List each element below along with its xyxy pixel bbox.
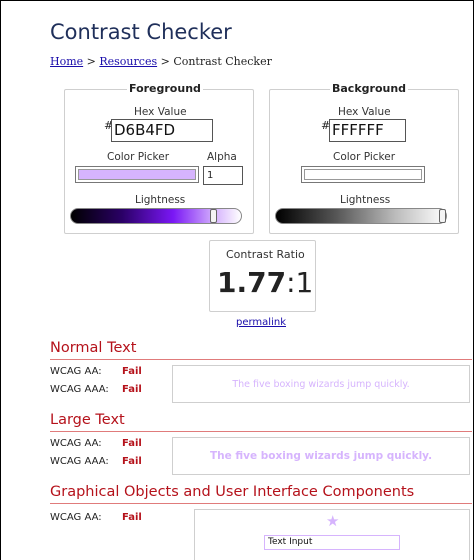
graphical-aa-label: WCAG AA: xyxy=(50,512,102,523)
normal-text-heading: Normal Text xyxy=(50,340,137,356)
normal-text-divider xyxy=(50,359,472,360)
normal-aaa-result: Fail xyxy=(122,384,142,395)
normal-aa-label: WCAG AA: xyxy=(50,366,102,377)
star-icon: ★ xyxy=(326,512,340,530)
foreground-lightness-slider[interactable] xyxy=(70,208,242,224)
large-text-sample-box: The five boxing wizards jump quickly. xyxy=(172,437,470,475)
large-text-divider xyxy=(50,431,472,432)
large-aa-result: Fail xyxy=(122,438,142,449)
background-color-swatch xyxy=(304,169,422,180)
permalink-link[interactable]: permalink xyxy=(236,317,286,328)
contrast-ratio-value: 1.77 xyxy=(217,266,287,299)
foreground-lightness-thumb[interactable] xyxy=(210,209,217,223)
foreground-lightness-label: Lightness xyxy=(135,194,186,206)
breadcrumb-resources-link[interactable]: Resources xyxy=(99,55,157,68)
background-hex-label: Hex Value xyxy=(338,106,391,118)
large-aaa-label: WCAG AAA: xyxy=(50,456,109,467)
graphical-objects-divider xyxy=(50,503,472,504)
normal-aaa-label: WCAG AAA: xyxy=(50,384,109,395)
breadcrumb-current: Contrast Checker xyxy=(173,55,272,68)
foreground-legend: Foreground xyxy=(127,82,203,95)
foreground-color-picker[interactable] xyxy=(75,166,199,183)
normal-aa-result: Fail xyxy=(122,366,142,377)
background-lightness-label: Lightness xyxy=(340,194,391,206)
sample-text-input[interactable]: Text Input xyxy=(264,535,400,550)
contrast-ratio-display: 1.77:1 xyxy=(217,266,313,299)
large-aa-label: WCAG AA: xyxy=(50,438,102,449)
graphical-sample-box: ★ Text Input xyxy=(194,509,470,560)
background-lightness-slider[interactable] xyxy=(275,208,447,224)
foreground-hex-label: Hex Value xyxy=(134,106,187,118)
foreground-color-picker-label: Color Picker xyxy=(107,151,170,163)
contrast-ratio-suffix: :1 xyxy=(286,266,314,299)
graphical-aa-result: Fail xyxy=(122,512,142,523)
contrast-ratio-label: Contrast Ratio xyxy=(226,248,305,261)
large-text-sample: The five boxing wizards jump quickly. xyxy=(209,450,433,462)
foreground-color-swatch xyxy=(78,169,196,180)
background-color-picker-label: Color Picker xyxy=(333,151,396,163)
graphical-objects-heading: Graphical Objects and User Interface Com… xyxy=(50,484,415,500)
foreground-alpha-label: Alpha xyxy=(207,151,237,163)
foreground-hex-input[interactable]: D6B4FD xyxy=(111,119,213,142)
background-hex-input[interactable]: FFFFFF xyxy=(329,119,406,142)
page-title: Contrast Checker xyxy=(50,20,232,44)
large-text-heading: Large Text xyxy=(50,412,125,428)
normal-text-sample: The five boxing wizards jump quickly. xyxy=(232,378,410,390)
normal-text-sample-box: The five boxing wizards jump quickly. xyxy=(172,365,470,403)
large-aaa-result: Fail xyxy=(122,456,142,467)
breadcrumb: Home > Resources > Contrast Checker xyxy=(50,55,272,68)
foreground-alpha-input[interactable]: 1 xyxy=(203,166,243,185)
breadcrumb-separator: > xyxy=(160,55,170,68)
background-legend: Background xyxy=(330,82,409,95)
background-color-picker[interactable] xyxy=(301,166,425,183)
background-lightness-thumb[interactable] xyxy=(439,209,446,223)
breadcrumb-separator: > xyxy=(86,55,96,68)
breadcrumb-home-link[interactable]: Home xyxy=(50,55,83,68)
